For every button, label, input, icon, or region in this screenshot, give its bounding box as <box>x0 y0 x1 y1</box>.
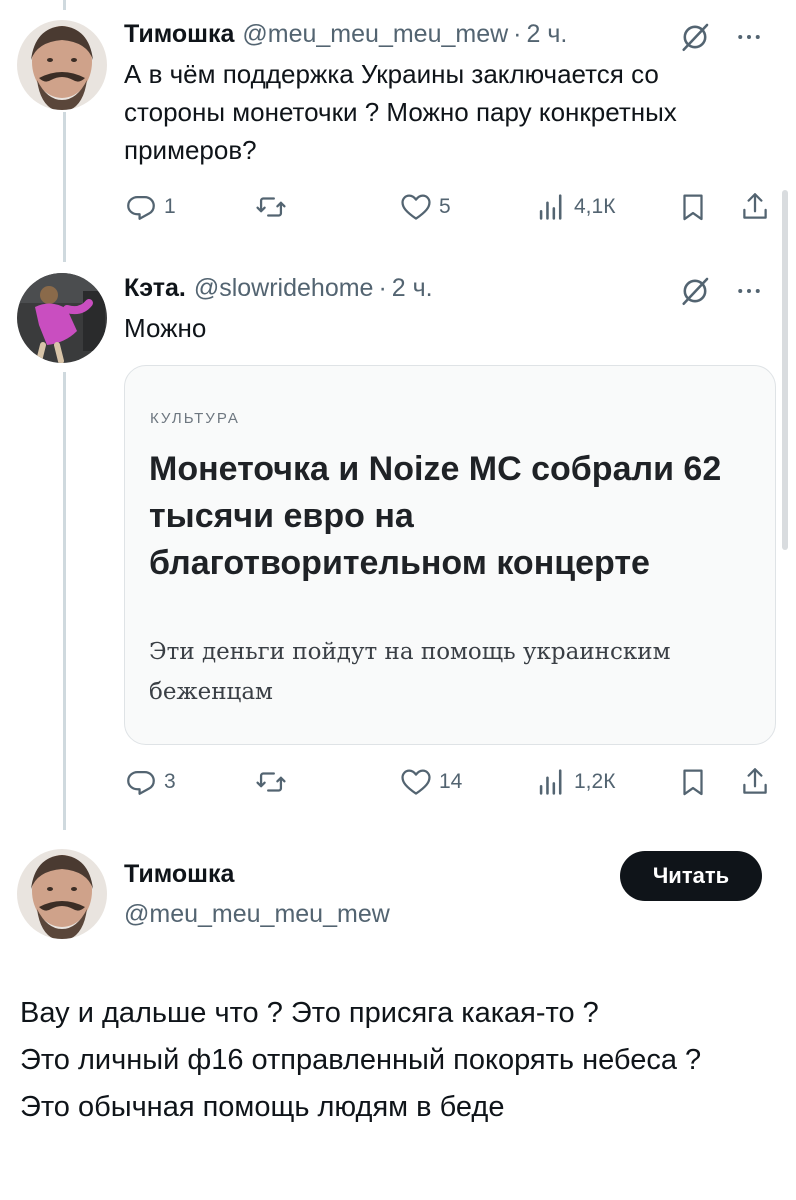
heart-icon <box>399 765 433 799</box>
link-preview-card[interactable]: КУЛЬТУРА Монеточка и Noize MC собрали 62… <box>124 365 776 745</box>
more-icon[interactable] <box>734 22 764 52</box>
avatar[interactable] <box>17 273 107 363</box>
reply-button[interactable]: 3 <box>124 762 176 802</box>
view-count: 1,2К <box>574 770 616 793</box>
avatar[interactable] <box>17 849 107 939</box>
author-name[interactable]: Тимошка <box>124 860 234 889</box>
like-count: 5 <box>439 195 451 218</box>
tweet-header: Кэта. @slowridehome · 2 ч. <box>124 270 433 306</box>
thread-connector <box>63 372 66 830</box>
more-icon[interactable] <box>734 276 764 306</box>
retweet-button[interactable] <box>254 187 294 227</box>
heart-icon <box>399 190 433 224</box>
main-post-line: Это личный ф16 отправленный покорять неб… <box>20 1044 702 1076</box>
reply-button[interactable]: 1 <box>124 187 176 227</box>
tweet-header-actions <box>678 274 764 308</box>
author-name[interactable]: Кэта. <box>124 274 186 303</box>
author-handle[interactable]: @slowridehome <box>194 274 374 303</box>
tweet-header: Тимошка @meu_meu_meu_mew · 2 ч. <box>124 16 567 52</box>
card-subtitle: Эти деньги пойдут на помощь украинским б… <box>149 639 671 705</box>
retweet-icon <box>254 190 288 224</box>
views-icon <box>534 190 568 224</box>
retweet-icon <box>254 765 288 799</box>
scrollbar[interactable] <box>782 190 788 550</box>
timestamp[interactable]: 2 ч. <box>527 20 568 49</box>
grok-icon[interactable] <box>678 20 712 54</box>
grok-icon[interactable] <box>678 274 712 308</box>
views-icon <box>534 765 568 799</box>
tweet-text: Можно <box>124 313 207 343</box>
main-post-line: Вау и дальше что ? Это присяга какая-то … <box>20 997 599 1029</box>
author-handle[interactable]: @meu_meu_meu_mew <box>242 20 508 49</box>
thread-connector-top <box>63 0 66 10</box>
thread-connector <box>63 112 66 262</box>
share-icon <box>738 190 772 224</box>
main-post-line: Это обычная помощь людям в беде <box>20 1091 505 1123</box>
bookmark-icon <box>676 765 710 799</box>
author-name[interactable]: Тимошка <box>124 20 234 49</box>
tweet-header-actions <box>678 20 764 54</box>
reply-icon <box>124 765 158 799</box>
tweet-actions: 3 14 1,2К <box>124 762 784 802</box>
tweet-text: А в чём поддержка Украины заключается со… <box>124 59 677 165</box>
avatar[interactable] <box>17 20 107 110</box>
card-section-label: КУЛЬТУРА <box>150 410 240 427</box>
reply-count: 3 <box>164 770 176 793</box>
retweet-button[interactable] <box>254 762 294 802</box>
views-button[interactable]: 4,1К <box>534 187 615 227</box>
separator: · <box>513 19 522 48</box>
like-button[interactable]: 5 <box>399 187 451 227</box>
card-headline: Монеточка и Noize MC собрали 62 тысячи е… <box>149 450 722 582</box>
view-count: 4,1К <box>574 195 616 218</box>
bookmark-button[interactable] <box>676 762 710 802</box>
share-button[interactable] <box>738 762 772 802</box>
bookmark-icon <box>676 190 710 224</box>
reply-icon <box>124 190 158 224</box>
follow-button[interactable]: Читать <box>620 851 762 901</box>
share-icon <box>738 765 772 799</box>
tweet-actions: 1 5 4,1К <box>124 187 784 227</box>
main-post-text: Вау и дальше что ? Это присяга какая-то … <box>20 990 780 1131</box>
like-count: 14 <box>439 770 463 793</box>
views-button[interactable]: 1,2К <box>534 762 615 802</box>
like-button[interactable]: 14 <box>399 762 462 802</box>
separator: · <box>378 273 387 302</box>
author-handle[interactable]: @meu_meu_meu_mew <box>124 900 390 929</box>
timestamp[interactable]: 2 ч. <box>392 274 433 303</box>
bookmark-button[interactable] <box>676 187 710 227</box>
share-button[interactable] <box>738 187 772 227</box>
reply-count: 1 <box>164 195 176 218</box>
